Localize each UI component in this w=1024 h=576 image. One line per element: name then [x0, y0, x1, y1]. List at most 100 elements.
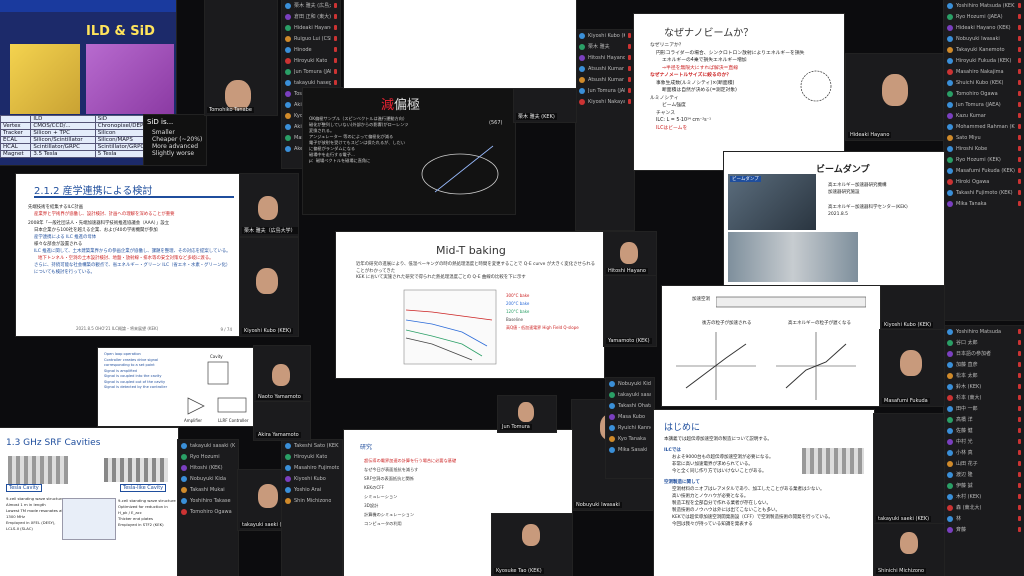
- mic-muted-icon[interactable]: [334, 14, 337, 19]
- mic-muted-icon[interactable]: [1018, 80, 1021, 85]
- mic-muted-icon[interactable]: [628, 99, 631, 104]
- mic-muted-icon[interactable]: [1018, 201, 1021, 206]
- avatar: [285, 2, 291, 9]
- mic-muted-icon[interactable]: [334, 47, 337, 52]
- video-tile-4[interactable]: Naoto Yamamoto: [254, 346, 310, 402]
- mic-muted-icon[interactable]: [1018, 102, 1021, 107]
- slide-dipole-diagram: 加速空洞 後方の粒子が加速される 高エネルギーの粒子が遅くなる: [662, 286, 880, 406]
- precession-diagram: [421, 145, 499, 195]
- mic-muted-icon[interactable]: [628, 33, 631, 38]
- mic-muted-icon[interactable]: [1018, 58, 1021, 63]
- participants-panel-g: Nobuyuki Kida (KEK) takayuki sasaki Taka…: [606, 378, 654, 478]
- mic-muted-icon[interactable]: [1018, 395, 1021, 400]
- slide-title: 1.3 GHz SRF Cavities: [6, 438, 101, 448]
- video-tile-8[interactable]: Hideaki Hayano: [846, 54, 944, 140]
- mic-muted-icon[interactable]: [1018, 362, 1021, 367]
- video-tile-2[interactable]: 栗木 雅夫（広島大学）: [240, 174, 298, 236]
- video-tile-kubo[interactable]: Masafumi Fukuda: [880, 330, 944, 406]
- mic-muted-icon[interactable]: [1018, 168, 1021, 173]
- mic-muted-icon[interactable]: [1018, 450, 1021, 455]
- mic-muted-icon[interactable]: [1018, 461, 1021, 466]
- mic-muted-icon[interactable]: [1018, 384, 1021, 389]
- mic-muted-icon[interactable]: [1018, 124, 1021, 129]
- slide-title: ILD & SiD: [86, 24, 155, 39]
- video-tile-6[interactable]: Hitoshi Hayano: [604, 232, 656, 276]
- mic-muted-icon[interactable]: [1018, 516, 1021, 521]
- ring-diagram: [800, 70, 832, 102]
- video-tile-12[interactable]: takayuki saeki (KEK): [874, 414, 944, 524]
- video-tile-13[interactable]: Shinichi Michizono: [874, 524, 944, 576]
- detector-image: [10, 44, 80, 114]
- slide-blank-top: [344, 0, 576, 88]
- slide-title: 研究: [360, 444, 373, 451]
- video-tile-9[interactable]: Kiyoshi Kubo (KEK): [880, 286, 944, 330]
- slide-title: Mid-T baking: [436, 244, 506, 257]
- slide-nanobeam: なぜナノビームか？ なぜリニアか？ 円形コライダーの場合、シンクロトロン放射によ…: [634, 14, 844, 170]
- mic-muted-icon[interactable]: [1018, 373, 1021, 378]
- mic-muted-icon[interactable]: [628, 55, 631, 60]
- video-tile-11[interactable]: Jun Tomura: [498, 396, 556, 432]
- mic-muted-icon[interactable]: [1018, 91, 1021, 96]
- mic-muted-icon[interactable]: [628, 66, 631, 71]
- mic-muted-icon[interactable]: [334, 58, 337, 63]
- mic-muted-icon[interactable]: [334, 36, 337, 41]
- mic-muted-icon[interactable]: [1018, 483, 1021, 488]
- cavity-photo-3: [802, 448, 864, 474]
- cavity-chain-diagram: [716, 296, 866, 308]
- mic-muted-icon[interactable]: [1018, 439, 1021, 444]
- slide-title: 減偏極: [381, 98, 421, 113]
- mic-muted-icon[interactable]: [1018, 527, 1021, 532]
- mic-muted-icon[interactable]: [1018, 190, 1021, 195]
- mic-muted-icon[interactable]: [334, 69, 337, 74]
- mic-muted-icon[interactable]: [1018, 135, 1021, 140]
- slide-introduction: はじめに 本講義では超伝導加速空洞の製造について説明する。 ILCでは およそ9…: [654, 410, 874, 576]
- video-tile-16[interactable]: Yamamoto (KEK): [604, 276, 656, 346]
- field-diagram: [676, 332, 856, 400]
- detector-image-2: [86, 44, 174, 114]
- video-tile-14[interactable]: Akira Yamamoto: [254, 402, 310, 440]
- mic-muted-icon[interactable]: [334, 80, 337, 85]
- mic-muted-icon[interactable]: [1018, 351, 1021, 356]
- mic-muted-icon[interactable]: [1018, 505, 1021, 510]
- slide-rf-control: Open loop operation Controller creates d…: [98, 348, 254, 426]
- mic-muted-icon[interactable]: [628, 88, 631, 93]
- mic-muted-icon[interactable]: [1018, 406, 1021, 411]
- mic-muted-icon[interactable]: [334, 3, 337, 8]
- mic-muted-icon[interactable]: [1018, 340, 1021, 345]
- window-titlebar: [0, 0, 176, 12]
- cavity-photo: [8, 456, 68, 484]
- mic-muted-icon[interactable]: [334, 25, 337, 30]
- mic-muted-icon[interactable]: [1018, 36, 1021, 41]
- mic-muted-icon[interactable]: [1018, 472, 1021, 477]
- mic-muted-icon[interactable]: [1018, 3, 1021, 8]
- mic-muted-icon[interactable]: [1018, 179, 1021, 184]
- video-tile-3[interactable]: Kiyoshi Kubo (KEK): [240, 238, 298, 336]
- participants-panel-f: Takeshi Sato (KEK) Hiroyuki Kato Masahir…: [282, 440, 342, 576]
- slide-title: はじめに: [664, 423, 701, 433]
- slide-srf-cavities: 1.3 GHz SRF Cavities Tesla Cavity Tesla-…: [0, 428, 178, 576]
- video-tile-15[interactable]: Kyosuke Tao (KEK): [492, 514, 572, 576]
- mic-muted-icon[interactable]: [628, 77, 631, 82]
- slide-title: 2.1.2 産学連携による検討: [34, 186, 153, 197]
- cavity-photo-2: [104, 458, 168, 482]
- mic-muted-icon[interactable]: [1018, 69, 1021, 74]
- slide-midt-baking: Mid-T baking 近年の研究の進展により、低温ベーキングの時の熱処理温度…: [336, 232, 604, 378]
- mic-muted-icon[interactable]: [1018, 113, 1021, 118]
- slide-title: ビームダンプ: [816, 165, 870, 175]
- qe-curve-plot: [403, 289, 497, 365]
- slide-industry-collab: 2.1.2 産学連携による検討 先端技術を結集するILC計画 産業界と学術界が協…: [16, 174, 240, 336]
- video-tile-1[interactable]: Tomohiko Tanabe: [205, 0, 277, 115]
- mic-muted-icon[interactable]: [1018, 329, 1021, 334]
- mic-muted-icon[interactable]: [1018, 25, 1021, 30]
- mic-muted-icon[interactable]: [628, 44, 631, 49]
- mic-muted-icon[interactable]: [1018, 146, 1021, 151]
- mic-muted-icon[interactable]: [1018, 157, 1021, 162]
- participants-panel-b: Kiyoshi Kubo (KEK) 栗木 雅夫 Hitoshi Hayano …: [576, 30, 634, 230]
- mic-muted-icon[interactable]: [1018, 417, 1021, 422]
- mic-muted-icon[interactable]: [1018, 428, 1021, 433]
- slide-beam-dump: ビームダンプ ビームダンプ 高エネルギー加速器研究機構 加速器研究施設 高エネル…: [724, 152, 944, 286]
- participants-panel-e: takayuki sasaki (KEK) Ryo Hozumi Hitoshi…: [178, 440, 238, 576]
- mic-muted-icon[interactable]: [1018, 47, 1021, 52]
- mic-muted-icon[interactable]: [1018, 494, 1021, 499]
- mic-muted-icon[interactable]: [1018, 14, 1021, 19]
